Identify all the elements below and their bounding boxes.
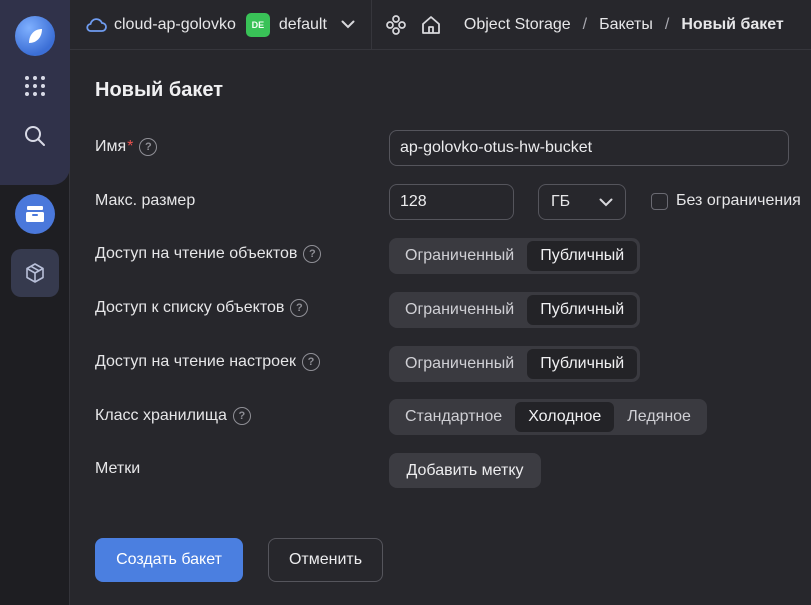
breadcrumb-buckets[interactable]: Бакеты: [599, 16, 653, 34]
storage-class-option-standard[interactable]: Стандартное: [392, 402, 515, 432]
max-size-input[interactable]: [389, 184, 514, 220]
bucket-name-input[interactable]: [389, 130, 789, 166]
max-size-label: Макс. размер: [95, 192, 195, 210]
breadcrumb-new-bucket: Новый бакет: [681, 15, 784, 33]
unlimited-checkbox[interactable]: [651, 192, 668, 210]
page-title: Новый бакет: [95, 79, 224, 101]
unlimited-checkbox-label[interactable]: Без ограничения: [676, 192, 801, 210]
size-unit-value: ГБ: [551, 193, 571, 210]
buckets-cube-icon[interactable]: [11, 249, 59, 297]
read-access-option-restricted[interactable]: Ограниченный: [392, 241, 527, 271]
top-header: cloud-ap-golovko DE default Object Stora…: [70, 0, 811, 50]
folder-badge: DE: [245, 12, 270, 37]
storage-class-toggle: Стандартное Холодное Ледяное: [389, 399, 707, 435]
header-divider: [370, 0, 372, 50]
name-label: Имя * ?: [95, 138, 158, 156]
breadcrumb-separator: /: [582, 15, 588, 33]
help-icon[interactable]: ?: [301, 353, 320, 371]
help-icon[interactable]: ?: [290, 299, 309, 317]
add-tag-button[interactable]: Добавить метку: [389, 453, 541, 488]
settings-access-toggle: Ограниченный Публичный: [389, 346, 641, 382]
settings-access-label: Доступ на чтение настроек ?: [95, 353, 320, 371]
cloud-logo-icon[interactable]: [15, 16, 55, 56]
folder-selector[interactable]: default: [279, 16, 327, 34]
settings-access-option-restricted[interactable]: Ограниченный: [392, 349, 527, 379]
list-access-option-restricted[interactable]: Ограниченный: [392, 295, 527, 325]
chevron-down-icon: [599, 198, 613, 207]
settings-access-option-public[interactable]: Публичный: [527, 349, 638, 379]
storage-class-label: Класс хранилища ?: [95, 407, 251, 425]
read-access-label: Доступ на чтение объектов ?: [95, 245, 322, 263]
all-services-icon[interactable]: [11, 62, 59, 110]
required-mark: *: [127, 138, 134, 155]
object-storage-service-icon[interactable]: [11, 190, 59, 238]
size-unit-select[interactable]: ГБ: [538, 184, 626, 220]
read-access-toggle: Ограниченный Публичный: [389, 238, 641, 274]
chevron-down-icon[interactable]: [341, 20, 355, 29]
help-icon[interactable]: ?: [303, 245, 322, 263]
name-label-text: Имя: [95, 138, 127, 155]
search-icon[interactable]: [11, 112, 59, 160]
tags-label: Метки: [95, 460, 140, 478]
storage-class-option-ice[interactable]: Ледяное: [614, 402, 704, 432]
unlimited-checkbox-row[interactable]: Без ограничения: [651, 192, 801, 210]
storage-class-label-text: Класс хранилища: [95, 407, 227, 424]
cloud-icon: [85, 17, 107, 33]
cloud-selector[interactable]: cloud-ap-golovko: [114, 16, 236, 34]
list-access-label-text: Доступ к списку объектов: [95, 299, 285, 316]
list-access-label: Доступ к списку объектов ?: [95, 299, 309, 317]
services-graph-icon[interactable]: [385, 14, 407, 36]
create-bucket-button[interactable]: Создать бакет: [95, 538, 243, 582]
cancel-button[interactable]: Отменить: [268, 538, 383, 582]
help-icon[interactable]: ?: [139, 138, 158, 156]
home-icon[interactable]: [421, 15, 441, 35]
settings-access-label-text: Доступ на чтение настроек: [95, 353, 296, 370]
left-rail: [0, 0, 70, 605]
tags-label-text: Метки: [95, 460, 141, 477]
read-access-label-text: Доступ на чтение объектов: [95, 245, 298, 262]
list-access-option-public[interactable]: Публичный: [527, 295, 638, 325]
breadcrumb-object-storage[interactable]: Object Storage: [464, 16, 571, 34]
storage-class-option-cold[interactable]: Холодное: [515, 402, 615, 432]
read-access-option-public[interactable]: Публичный: [527, 241, 638, 271]
max-size-label-text: Макс. размер: [95, 192, 196, 209]
help-icon[interactable]: ?: [232, 407, 251, 425]
list-access-toggle: Ограниченный Публичный: [389, 292, 641, 328]
breadcrumb-separator: /: [664, 15, 670, 33]
